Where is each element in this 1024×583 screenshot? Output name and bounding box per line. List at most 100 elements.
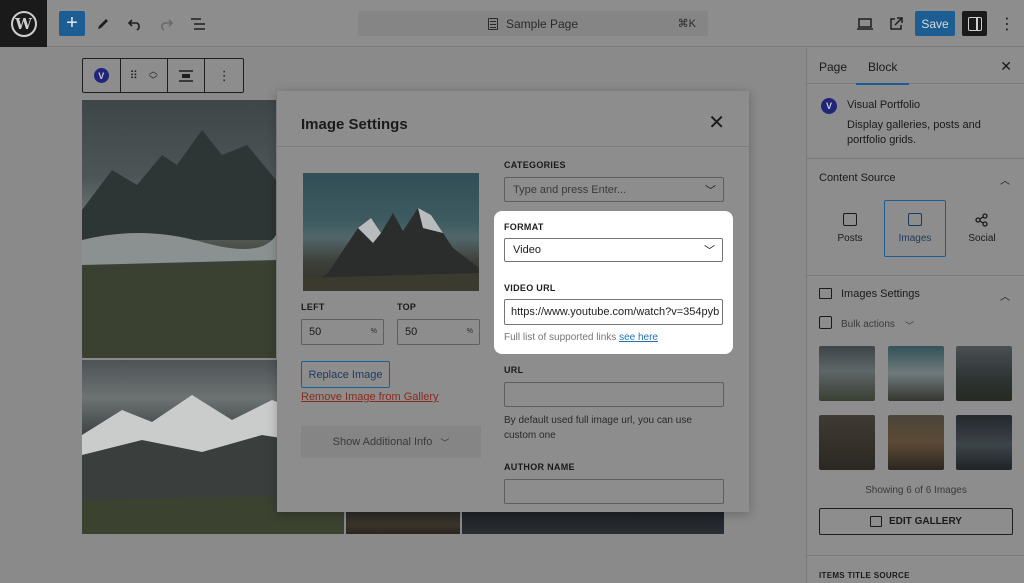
image-preview[interactable]	[303, 173, 479, 291]
align-button[interactable]	[168, 59, 206, 92]
save-button[interactable]: Save	[915, 11, 955, 36]
add-block-button[interactable]: +	[59, 11, 85, 36]
settings-toggle-button[interactable]	[962, 11, 987, 36]
divider	[807, 158, 1024, 159]
block-title: Visual Portfolio	[847, 99, 921, 111]
gallery-thumbnail[interactable]	[888, 346, 944, 401]
replace-image-button[interactable]: Replace Image	[301, 361, 390, 388]
view-page-button[interactable]	[883, 11, 909, 37]
page-icon	[487, 17, 498, 30]
percent-unit: %	[370, 328, 377, 335]
source-option-label: Posts	[837, 233, 863, 244]
percent-unit: %	[466, 328, 473, 335]
remove-image-link[interactable]: Remove Image from Gallery	[301, 391, 439, 403]
source-option-images[interactable]: Images	[884, 200, 946, 257]
wordpress-logo[interactable]: W	[0, 0, 47, 47]
url-help-text: By default used full image url, you can …	[504, 415, 692, 441]
categories-label: CATEGORIES	[504, 160, 566, 170]
move-up-down-icon[interactable]: ︿ ﹀	[149, 66, 158, 85]
video-url-input[interactable]: https://www.youtube.com/watch?v=354pyb	[504, 299, 723, 325]
sidebar-tabs: Page Block ✕	[807, 48, 1024, 85]
block-type-button[interactable]: V	[83, 59, 121, 92]
source-option-label: Images	[898, 233, 932, 244]
block-description: Display galleries, posts and portfolio g…	[847, 119, 981, 146]
show-additional-info-button[interactable]: Show Additional Info ﹀	[301, 426, 481, 458]
divider	[807, 275, 1024, 276]
url-label: URL	[504, 365, 524, 375]
close-sidebar-icon[interactable]: ✕	[1000, 58, 1012, 75]
document-title-bar[interactable]: Sample Page ⌘K	[358, 11, 708, 36]
tab-page[interactable]: Page	[819, 60, 847, 74]
undo-button[interactable]	[122, 11, 148, 37]
close-icon[interactable]: ✕	[708, 113, 725, 133]
content-source-title[interactable]: Content Source	[819, 172, 895, 184]
top-label: TOP	[397, 302, 417, 312]
author-name-input[interactable]	[504, 479, 724, 504]
format-select[interactable]: Video ﹀	[504, 238, 723, 262]
format-value: Video	[513, 244, 541, 256]
external-link-icon	[890, 17, 903, 30]
source-option-label: Social	[968, 233, 996, 244]
divider	[807, 555, 1024, 556]
edit-gallery-button[interactable]: EDIT GALLERY	[819, 508, 1013, 535]
mountain-landscape-illustration	[82, 130, 276, 358]
focal-top-input[interactable]: 50 %	[397, 319, 480, 345]
chevron-down-icon[interactable]: ﹀	[705, 182, 716, 198]
document-overview-button[interactable]	[185, 11, 211, 37]
drag-handle-icon[interactable]: ⠿	[130, 69, 139, 82]
gallery-image-1[interactable]	[82, 100, 276, 358]
gallery-thumbnail[interactable]	[888, 415, 944, 470]
editor-top-bar: W + Sample Page ⌘K Save ⋮	[0, 0, 1024, 47]
url-input[interactable]	[504, 382, 724, 407]
show-additional-info-label: Show Additional Info	[332, 436, 433, 448]
items-title-source-label: ITEMS TITLE SOURCE	[819, 571, 910, 580]
redo-button[interactable]	[153, 11, 179, 37]
options-menu-button[interactable]: ⋮	[994, 11, 1020, 37]
author-name-label: AUTHOR NAME	[504, 462, 575, 472]
images-settings-icon	[819, 288, 832, 299]
images-count-text: Showing 6 of 6 Images	[865, 485, 967, 496]
more-vertical-icon: ⋮	[217, 67, 231, 83]
gallery-image-4[interactable]	[462, 512, 724, 534]
tab-block[interactable]: Block	[855, 60, 910, 85]
tools-button[interactable]	[90, 11, 116, 37]
format-label: FORMAT	[504, 222, 544, 232]
more-vertical-icon: ⋮	[999, 16, 1015, 33]
block-mover[interactable]: ⠿ ︿ ﹀	[121, 59, 168, 92]
images-settings-title[interactable]: Images Settings	[841, 288, 920, 300]
bulk-actions-label[interactable]: Bulk actions	[841, 319, 895, 330]
chevron-down-icon[interactable]: ﹀	[704, 242, 715, 258]
source-option-posts[interactable]: Posts	[819, 200, 881, 257]
images-icon	[908, 213, 922, 226]
modal-header: Image Settings ✕	[277, 91, 749, 147]
chevron-up-icon[interactable]: ︿	[1000, 288, 1010, 303]
video-format-highlight: FORMAT Video ﹀ VIDEO URL https://www.you…	[494, 211, 733, 354]
share-icon	[975, 213, 988, 227]
source-option-social[interactable]: Social	[951, 200, 1013, 257]
undo-icon	[127, 19, 140, 31]
focal-left-input[interactable]: 50 %	[301, 319, 384, 345]
modal-title: Image Settings	[301, 116, 408, 133]
block-options-button[interactable]: ⋮	[205, 59, 243, 92]
list-view-icon	[191, 18, 205, 30]
gallery-image-3[interactable]	[346, 512, 460, 534]
gallery-thumbnail[interactable]	[956, 346, 1012, 401]
categories-placeholder: Type and press Enter...	[513, 183, 627, 196]
chevron-down-icon[interactable]: ﹀	[905, 319, 914, 332]
categories-input[interactable]: Type and press Enter... ﹀	[504, 177, 724, 202]
supported-links-text: Full list of supported links see here	[504, 332, 658, 343]
video-url-label: VIDEO URL	[504, 283, 556, 293]
video-url-value: https://www.youtube.com/watch?v=354pyb	[511, 306, 720, 318]
gallery-icon	[870, 516, 883, 527]
mountain-peaks-illustration	[303, 208, 479, 291]
bulk-select-checkbox[interactable]	[819, 316, 832, 329]
block-toolbar: V ⠿ ︿ ﹀ ⋮	[82, 58, 244, 93]
plus-icon: +	[66, 12, 78, 34]
visual-portfolio-icon: V	[821, 98, 837, 114]
gallery-thumbnail[interactable]	[819, 346, 875, 401]
chevron-up-icon[interactable]: ︿	[1000, 172, 1010, 187]
preview-button[interactable]	[852, 11, 878, 37]
see-here-link[interactable]: see here	[619, 332, 658, 343]
gallery-thumbnail[interactable]	[956, 415, 1012, 470]
gallery-thumbnail[interactable]	[819, 415, 875, 470]
